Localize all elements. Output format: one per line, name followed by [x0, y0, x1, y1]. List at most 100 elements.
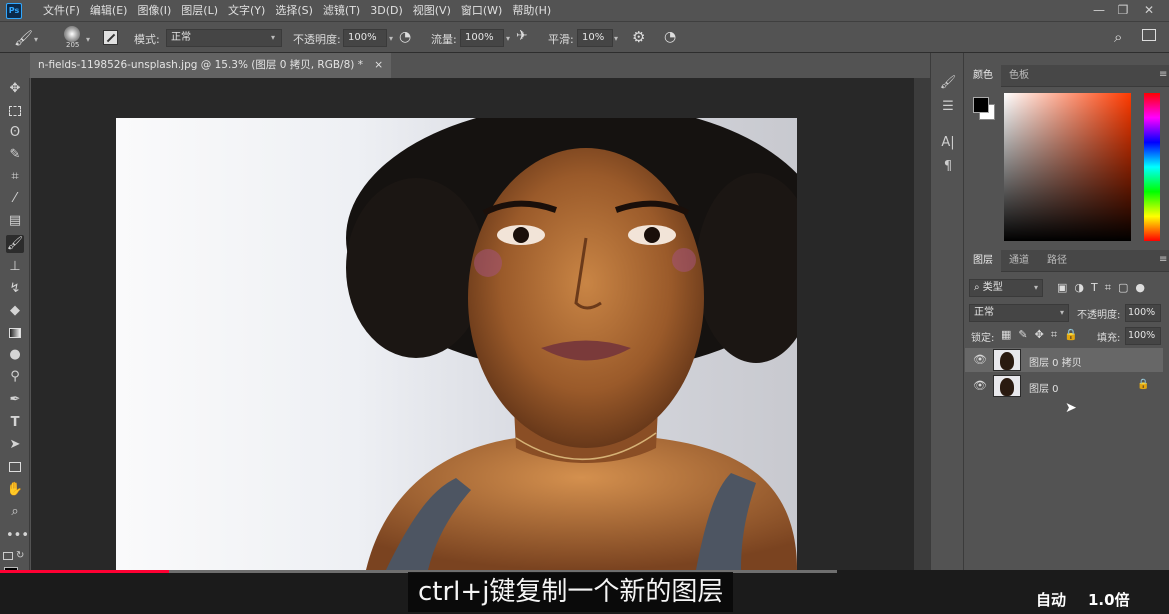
character-icon[interactable]: A| [939, 135, 957, 153]
menu-edit[interactable]: 编辑(E) [85, 3, 133, 19]
document-tab[interactable]: n-fields-1198526-unsplash.jpg @ 15.3% (图… [30, 53, 392, 78]
adjustment-filter-icon[interactable]: ◑ [1074, 281, 1084, 295]
shape-filter-icon[interactable]: ⌗ [1105, 281, 1111, 295]
adjustments-sliders-icon[interactable]: ☰ [939, 99, 957, 117]
blend-mode-select[interactable]: 正常 ▾ [969, 304, 1069, 322]
crop-tool-icon[interactable]: ⌗ [6, 168, 24, 186]
chevron-down-icon[interactable]: ▾ [34, 35, 38, 44]
paragraph-icon[interactable]: ¶ [939, 159, 957, 177]
brush-preview-icon[interactable] [64, 26, 80, 42]
chevron-down-icon[interactable]: ▾ [506, 34, 510, 43]
menu-3d[interactable]: 3D(D) [365, 3, 408, 19]
canvas-photo[interactable] [116, 118, 797, 570]
canvas-scrollbar[interactable] [914, 78, 930, 570]
menu-view[interactable]: 视图(V) [408, 3, 456, 19]
history-brush-tool-icon[interactable]: ↯ [6, 280, 24, 298]
panel-menu-icon[interactable]: ≡ [1159, 69, 1167, 80]
layer-row[interactable]: 👁 图层 0 拷贝 [965, 348, 1163, 372]
opacity-input[interactable]: 100% [343, 29, 387, 47]
type-filter-icon[interactable]: T [1091, 281, 1098, 295]
visibility-eye-icon[interactable]: 👁 [973, 379, 987, 392]
default-colors-icon[interactable] [3, 552, 13, 560]
chevron-down-icon[interactable]: ▾ [389, 34, 393, 43]
tab-layers[interactable]: 图层 [965, 250, 1001, 272]
chevron-down-icon[interactable]: ▾ [86, 35, 90, 44]
mode-select[interactable]: 正常 ▾ [166, 29, 282, 47]
tab-color[interactable]: 颜色 [965, 65, 1001, 87]
close-window-icon[interactable]: ✕ [1138, 1, 1160, 19]
progress-played[interactable] [0, 570, 169, 573]
healing-brush-tool-icon[interactable]: ▤ [6, 212, 24, 230]
smoothing-input[interactable]: 10% [577, 29, 613, 47]
hand-tool-icon[interactable]: ✋ [6, 481, 24, 499]
pressure-opacity-icon[interactable]: ◔ [399, 29, 411, 45]
brush-tool-icon[interactable]: 🖌 [14, 29, 33, 47]
blur-tool-icon[interactable]: ● [6, 346, 24, 364]
workspace-icon[interactable] [1142, 29, 1156, 41]
pen-tool-icon[interactable]: ✒ [6, 391, 24, 409]
tab-swatches[interactable]: 色板 [1001, 65, 1037, 87]
restore-icon[interactable]: ❐ [1112, 1, 1134, 19]
panel-menu-icon[interactable]: ≡ [1159, 254, 1167, 265]
menu-filter[interactable]: 滤镜(T) [318, 3, 365, 19]
foreground-color-swatch[interactable] [973, 97, 989, 113]
lock-all-icon[interactable]: 🔒 [1064, 328, 1078, 342]
menu-bar: Ps 文件(F) 编辑(E) 图像(I) 图层(L) 文字(Y) 选择(S) 滤… [0, 0, 1169, 22]
type-tool-icon[interactable]: T [6, 414, 24, 432]
lasso-tool-icon[interactable]: ʘ [6, 124, 24, 142]
layer-opacity-input[interactable]: 100% [1125, 304, 1161, 322]
lock-pixels-icon[interactable]: ✎ [1018, 328, 1027, 342]
brush-presets-icon[interactable]: 🖌 [939, 75, 957, 93]
close-tab-icon[interactable]: × [374, 59, 383, 71]
dodge-tool-icon[interactable]: ⚲ [6, 368, 24, 386]
hue-slider[interactable] [1144, 93, 1160, 241]
menu-layer[interactable]: 图层(L) [176, 3, 223, 19]
brush-tool-icon[interactable]: 🖌 [6, 235, 24, 253]
menu-select[interactable]: 选择(S) [270, 3, 318, 19]
quick-selection-tool-icon[interactable]: ✎ [6, 146, 24, 164]
quality-button[interactable]: 自动 [1036, 589, 1066, 610]
image-filter-icon[interactable]: ▣ [1057, 281, 1067, 295]
filter-toggle-icon[interactable]: ● [1135, 281, 1145, 295]
portrait-image [346, 118, 797, 570]
rectangle-tool-icon[interactable] [6, 458, 24, 476]
search-icon[interactable]: ⌕ [1114, 28, 1122, 46]
eyedropper-tool-icon[interactable]: ⁄ [6, 190, 24, 208]
visibility-eye-icon[interactable]: 👁 [973, 353, 987, 366]
pressure-size-icon[interactable]: ◔ [664, 29, 676, 45]
zoom-tool-icon[interactable]: ⌕ [6, 503, 24, 521]
path-selection-tool-icon[interactable]: ➤ [6, 436, 24, 454]
playback-speed-button[interactable]: 1.0倍 [1088, 589, 1130, 610]
eraser-tool-icon[interactable]: ◆ [6, 302, 24, 320]
lock-position-icon[interactable]: ✥ [1035, 328, 1044, 342]
smart-object-filter-icon[interactable]: ▢ [1118, 281, 1128, 295]
menu-type[interactable]: 文字(Y) [223, 3, 270, 19]
menu-image[interactable]: 图像(I) [132, 3, 176, 19]
color-spectrum[interactable] [1004, 93, 1131, 241]
tab-paths[interactable]: 路径 [1039, 250, 1075, 272]
layer-row[interactable]: 👁 图层 0 🔒 [965, 374, 1163, 398]
clone-stamp-tool-icon[interactable]: ⊥ [6, 258, 24, 276]
marquee-tool-icon[interactable] [6, 102, 24, 120]
tab-channels[interactable]: 通道 [1001, 250, 1037, 272]
gradient-tool-icon[interactable] [6, 324, 24, 342]
menu-window[interactable]: 窗口(W) [456, 3, 507, 19]
layer-filter-value: 类型 [982, 282, 1003, 293]
menu-help[interactable]: 帮助(H) [507, 3, 556, 19]
gear-icon[interactable]: ⚙ [632, 28, 645, 46]
layer-name[interactable]: 图层 0 [1029, 380, 1059, 395]
flow-input[interactable]: 100% [460, 29, 504, 47]
lock-artboard-icon[interactable]: ⌗ [1051, 328, 1057, 342]
brush-settings-icon[interactable] [103, 30, 118, 45]
layer-name[interactable]: 图层 0 拷贝 [1029, 354, 1082, 369]
menu-file[interactable]: 文件(F) [38, 3, 85, 19]
swap-colors-icon[interactable]: ↻ [16, 550, 24, 561]
more-tools-icon[interactable]: ••• [6, 527, 29, 545]
airbrush-icon[interactable]: ✈ [516, 28, 528, 44]
lock-transparent-icon[interactable]: ▦ [1001, 328, 1011, 342]
fill-input[interactable]: 100% [1125, 327, 1161, 345]
chevron-down-icon[interactable]: ▾ [614, 34, 618, 43]
move-tool-icon[interactable]: ✥ [6, 80, 24, 98]
layer-filter-select[interactable]: ⌕ 类型 ▾ [969, 279, 1043, 297]
minimize-icon[interactable]: — [1088, 1, 1110, 19]
